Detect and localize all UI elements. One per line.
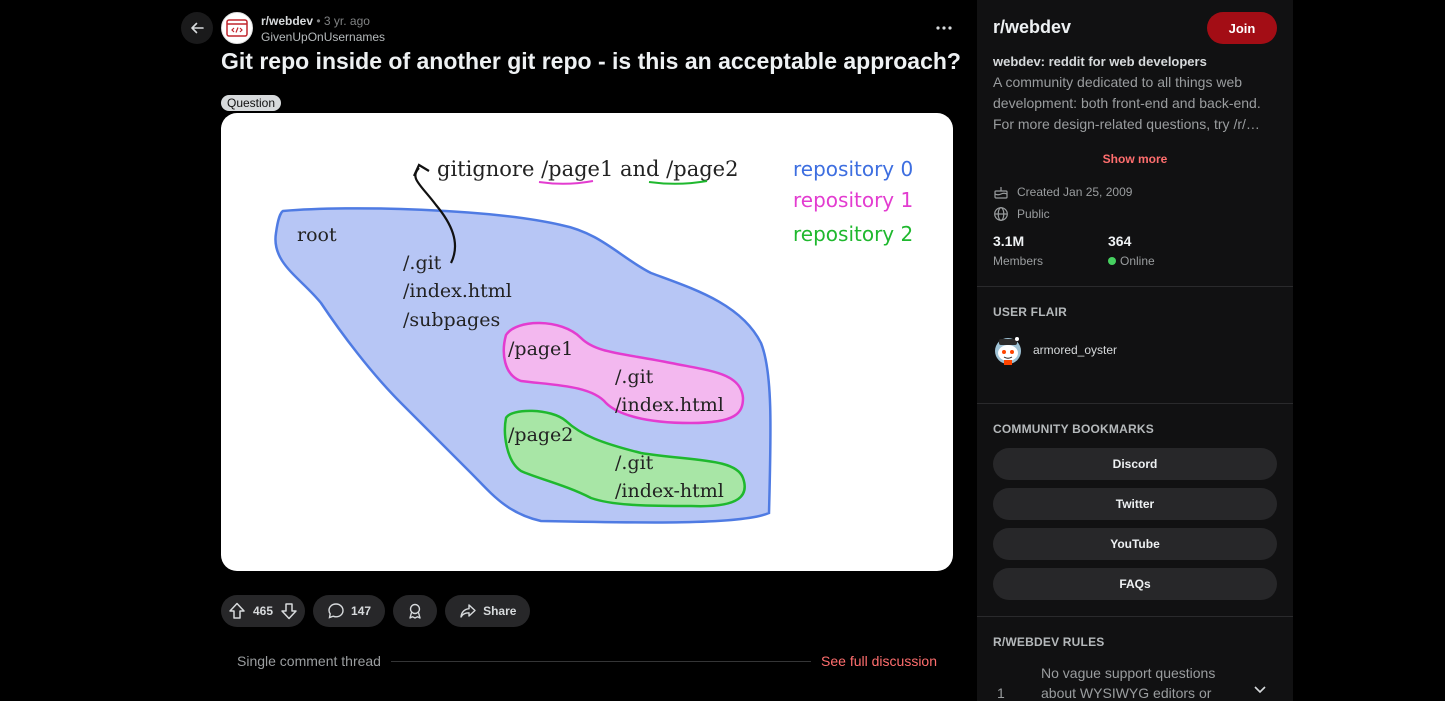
globe-icon xyxy=(994,207,1008,221)
upvote-icon xyxy=(229,602,245,619)
bookmark-faqs[interactable]: FAQs xyxy=(993,568,1277,600)
single-thread-label: Single comment thread xyxy=(237,653,381,669)
post-title: Git repo inside of another git repo - is… xyxy=(221,48,961,74)
members-label-text: Members xyxy=(993,254,1044,268)
flair-username: armored_oyster xyxy=(1033,343,1118,357)
comment-count: 147 xyxy=(351,604,372,618)
post-flair[interactable]: Question xyxy=(221,95,282,111)
legend-repo2: repository 2 xyxy=(793,222,913,246)
legend-repo0: repository 0 xyxy=(793,157,913,181)
downvote-button[interactable] xyxy=(279,601,299,621)
chevron-down-icon xyxy=(1254,686,1266,694)
bookmarks-heading: COMMUNITY BOOKMARKS xyxy=(993,422,1154,436)
root-label: root xyxy=(297,224,337,246)
meta-separator: • xyxy=(316,14,321,28)
page2-underline xyxy=(648,180,708,185)
author-link[interactable]: GivenUpOnUsernames xyxy=(261,29,385,45)
arrow-left-icon xyxy=(191,22,204,34)
page1-label: /page1 xyxy=(508,338,573,360)
bookmark-youtube[interactable]: YouTube xyxy=(993,528,1277,560)
cake-icon xyxy=(994,187,1008,199)
visibility-label: Public xyxy=(1017,207,1050,221)
comments-button[interactable]: 147 xyxy=(313,595,386,627)
visibility-row: Public xyxy=(993,206,1050,222)
post-meta: r/webdev • 3 yr. ago GivenUpOnUsernames xyxy=(261,13,385,45)
rule-number: 1 xyxy=(997,685,1005,701)
subreddit-link[interactable]: r/webdev xyxy=(261,14,313,28)
share-button[interactable]: Share xyxy=(445,595,531,627)
more-options-button[interactable] xyxy=(930,17,958,39)
members-count: 3.1M xyxy=(993,233,1025,249)
community-tagline: webdev: reddit for web developers xyxy=(993,54,1207,69)
share-label: Share xyxy=(483,604,517,618)
online-label-text: Online xyxy=(1120,254,1155,268)
post-image[interactable]: gitignore /page1 and /page2 repository 0… xyxy=(221,113,953,571)
root-git: /.git xyxy=(403,252,442,274)
bookmarks-section: COMMUNITY BOOKMARKS Discord Twitter YouT… xyxy=(977,404,1293,617)
rules-heading: R/WEBDEV RULES xyxy=(993,635,1105,649)
page1-underline xyxy=(538,180,594,185)
root-subpages: /subpages xyxy=(403,309,500,331)
ignore-text: gitignore /page1 and /page2 xyxy=(437,157,738,181)
created-date: Created Jan 25, 2009 xyxy=(1017,185,1133,199)
root-index: /index.html xyxy=(403,280,512,302)
post-column: r/webdev • 3 yr. ago GivenUpOnUsernames … xyxy=(0,0,977,701)
see-full-discussion-link[interactable]: See full discussion xyxy=(821,653,937,669)
rule-text: No vague support questions about WYSIWYG… xyxy=(1041,665,1216,701)
about-section: r/webdev Join webdev: reddit for web dev… xyxy=(977,0,1293,287)
snoo-avatar-icon xyxy=(995,337,1021,365)
back-button[interactable] xyxy=(181,12,213,44)
rule-item[interactable]: 1 No vague support questions about WYSIW… xyxy=(977,663,1293,701)
user-flair-heading: USER FLAIR xyxy=(993,305,1067,319)
share-icon xyxy=(460,604,476,618)
page2-index: /index-html xyxy=(615,480,724,502)
community-name[interactable]: r/webdev xyxy=(993,17,1071,38)
page2-label: /page2 xyxy=(508,424,573,446)
vote-pill: 465 xyxy=(221,595,306,627)
members-label: Members xyxy=(993,254,1043,268)
upvote-button[interactable] xyxy=(227,601,247,621)
user-flair[interactable]: armored_oyster xyxy=(993,334,1117,366)
bookmark-discord[interactable]: Discord xyxy=(993,448,1277,480)
code-window-icon xyxy=(226,19,248,37)
vote-count: 465 xyxy=(253,604,274,618)
downvote-icon xyxy=(281,603,297,620)
comment-icon xyxy=(328,603,344,619)
community-description: A community dedicated to all things web … xyxy=(993,74,1261,132)
page1-git: /.git xyxy=(615,366,654,388)
award-icon xyxy=(409,603,421,619)
repo-diagram: gitignore /page1 and /page2 repository 0… xyxy=(274,157,913,524)
divider xyxy=(390,660,812,662)
show-more-button[interactable]: Show more xyxy=(977,152,1293,166)
page1-index: /index.html xyxy=(615,394,724,416)
subreddit-icon[interactable] xyxy=(221,12,253,44)
online-count: 364 xyxy=(1108,233,1132,249)
bookmark-twitter[interactable]: Twitter xyxy=(993,488,1277,520)
thread-bar: Single comment thread See full discussio… xyxy=(237,651,937,671)
post-time: 3 yr. ago xyxy=(323,14,370,28)
award-button[interactable] xyxy=(393,595,438,627)
post-actions: 465 147 Share xyxy=(221,595,531,627)
page2-git: /.git xyxy=(615,452,654,474)
ellipsis-icon xyxy=(936,26,952,30)
legend-repo1: repository 1 xyxy=(793,188,913,212)
online-indicator xyxy=(1108,257,1116,265)
community-sidebar: r/webdev Join webdev: reddit for web dev… xyxy=(977,0,1293,701)
join-button[interactable]: Join xyxy=(1207,12,1277,44)
online-label: Online xyxy=(1108,254,1155,268)
created-row: Created Jan 25, 2009 xyxy=(993,184,1132,200)
